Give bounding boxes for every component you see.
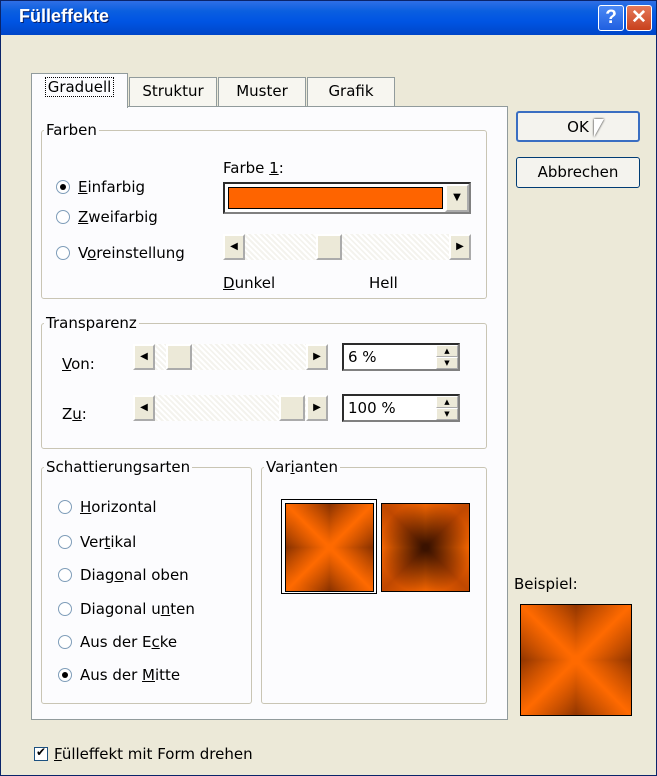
cancel-button[interactable]: Abbrechen (516, 157, 640, 188)
spin-down-icon[interactable]: ▼ (436, 357, 458, 369)
radio-indicator (58, 635, 72, 649)
radio-indicator (58, 500, 72, 514)
shade-slider[interactable]: ◀ ▶ (223, 234, 471, 260)
title-bar: Fülleffekte ? ✕ (1, 1, 656, 35)
transparency-from-label: Von: (62, 355, 95, 373)
radio-label: Einfarbig (78, 178, 146, 196)
transparency-from-spinner[interactable]: 6 % ▲ ▼ (342, 343, 460, 371)
radio-shading-1[interactable]: Vertikal (58, 532, 136, 552)
slider-thumb[interactable] (279, 395, 305, 421)
shade-slider-thumb[interactable] (316, 234, 342, 260)
help-button[interactable]: ? (598, 5, 624, 31)
variants-legend: Varianten (266, 458, 338, 476)
checkbox-indicator (34, 745, 48, 761)
radio-label: Aus der Mitte (80, 666, 181, 684)
radio-shading-3[interactable]: Diagonal unten (58, 599, 195, 619)
colors-legend: Farben (46, 121, 97, 139)
spinner-value[interactable]: 6 % (348, 348, 377, 366)
radio-indicator (56, 210, 70, 224)
transparency-to-spinner[interactable]: 100 % ▲ ▼ (342, 394, 460, 422)
window-title: Fülleffekte (19, 6, 110, 26)
radio-shading-2[interactable]: Diagonal oben (58, 565, 189, 585)
chevron-down-icon[interactable]: ▼ (445, 184, 469, 212)
chevron-left-icon[interactable]: ◀ (223, 234, 245, 260)
radio-label: Horizontal (80, 498, 157, 516)
radio-single-color[interactable]: Einfarbig (56, 177, 145, 197)
chevron-left-icon[interactable]: ◀ (133, 344, 155, 370)
color-1-label: Farbe 1: (223, 159, 284, 177)
rotate-with-shape-checkbox[interactable]: Fülleffekt mit Form drehen (34, 745, 253, 763)
radio-indicator (58, 568, 72, 582)
radio-label: Diagonal unten (80, 600, 195, 618)
radio-preset[interactable]: Voreinstellung (56, 243, 185, 263)
radio-label: Aus der Ecke (80, 633, 178, 651)
transparency-legend: Transparenz (46, 314, 137, 332)
cursor-icon (594, 119, 604, 137)
fill-effects-dialog: Fülleffekte ? ✕ Graduell Struktur Muster… (0, 0, 657, 776)
radio-label: Diagonal oben (80, 566, 189, 584)
tab-muster[interactable]: Muster (218, 77, 306, 107)
chevron-right-icon[interactable]: ▶ (306, 344, 328, 370)
radio-shading-5[interactable]: Aus der Mitte (58, 665, 180, 685)
transparency-to-slider[interactable]: ◀ ▶ (133, 395, 328, 421)
ok-button[interactable]: OK (516, 111, 640, 142)
spin-down-icon[interactable]: ▼ (436, 408, 458, 420)
chevron-right-icon[interactable]: ▶ (306, 395, 328, 421)
example-preview (520, 604, 632, 716)
radio-label: Zweifarbig (78, 208, 158, 226)
radio-shading-4[interactable]: Aus der Ecke (58, 632, 177, 652)
variant-2[interactable] (381, 503, 470, 592)
tab-graduell[interactable]: Graduell (31, 73, 128, 108)
color-1-dropdown[interactable]: ▼ (223, 182, 471, 214)
variant-1[interactable] (285, 503, 374, 592)
spin-up-icon[interactable]: ▲ (436, 345, 458, 357)
shading-styles-legend: Schattierungsarten (46, 458, 191, 476)
close-button[interactable]: ✕ (626, 5, 652, 31)
radio-indicator (56, 246, 70, 260)
color-swatch (228, 187, 443, 209)
tab-struktur[interactable]: Struktur (129, 77, 217, 107)
spinner-value[interactable]: 100 % (348, 399, 396, 417)
slider-thumb[interactable] (166, 344, 192, 370)
light-label: Hell (369, 274, 398, 292)
example-label: Beispiel: (514, 575, 578, 593)
radio-indicator (58, 668, 72, 682)
radio-indicator (58, 602, 72, 616)
transparency-to-label: Zu: (62, 405, 87, 423)
transparency-group: Transparenz (41, 314, 487, 449)
radio-indicator (58, 535, 72, 549)
chevron-right-icon[interactable]: ▶ (449, 234, 471, 260)
radio-indicator (56, 180, 70, 194)
radio-two-colors[interactable]: Zweifarbig (56, 207, 158, 227)
transparency-from-slider[interactable]: ◀ ▶ (133, 344, 328, 370)
dark-label: Dunkel (223, 274, 276, 292)
radio-shading-0[interactable]: Horizontal (58, 497, 157, 517)
chevron-left-icon[interactable]: ◀ (133, 395, 155, 421)
checkbox-label: Fülleffekt mit Form drehen (54, 745, 253, 763)
spin-up-icon[interactable]: ▲ (436, 396, 458, 408)
radio-label: Vertikal (80, 533, 137, 551)
tab-grafik[interactable]: Grafik (307, 77, 395, 107)
radio-label: Voreinstellung (78, 244, 185, 262)
